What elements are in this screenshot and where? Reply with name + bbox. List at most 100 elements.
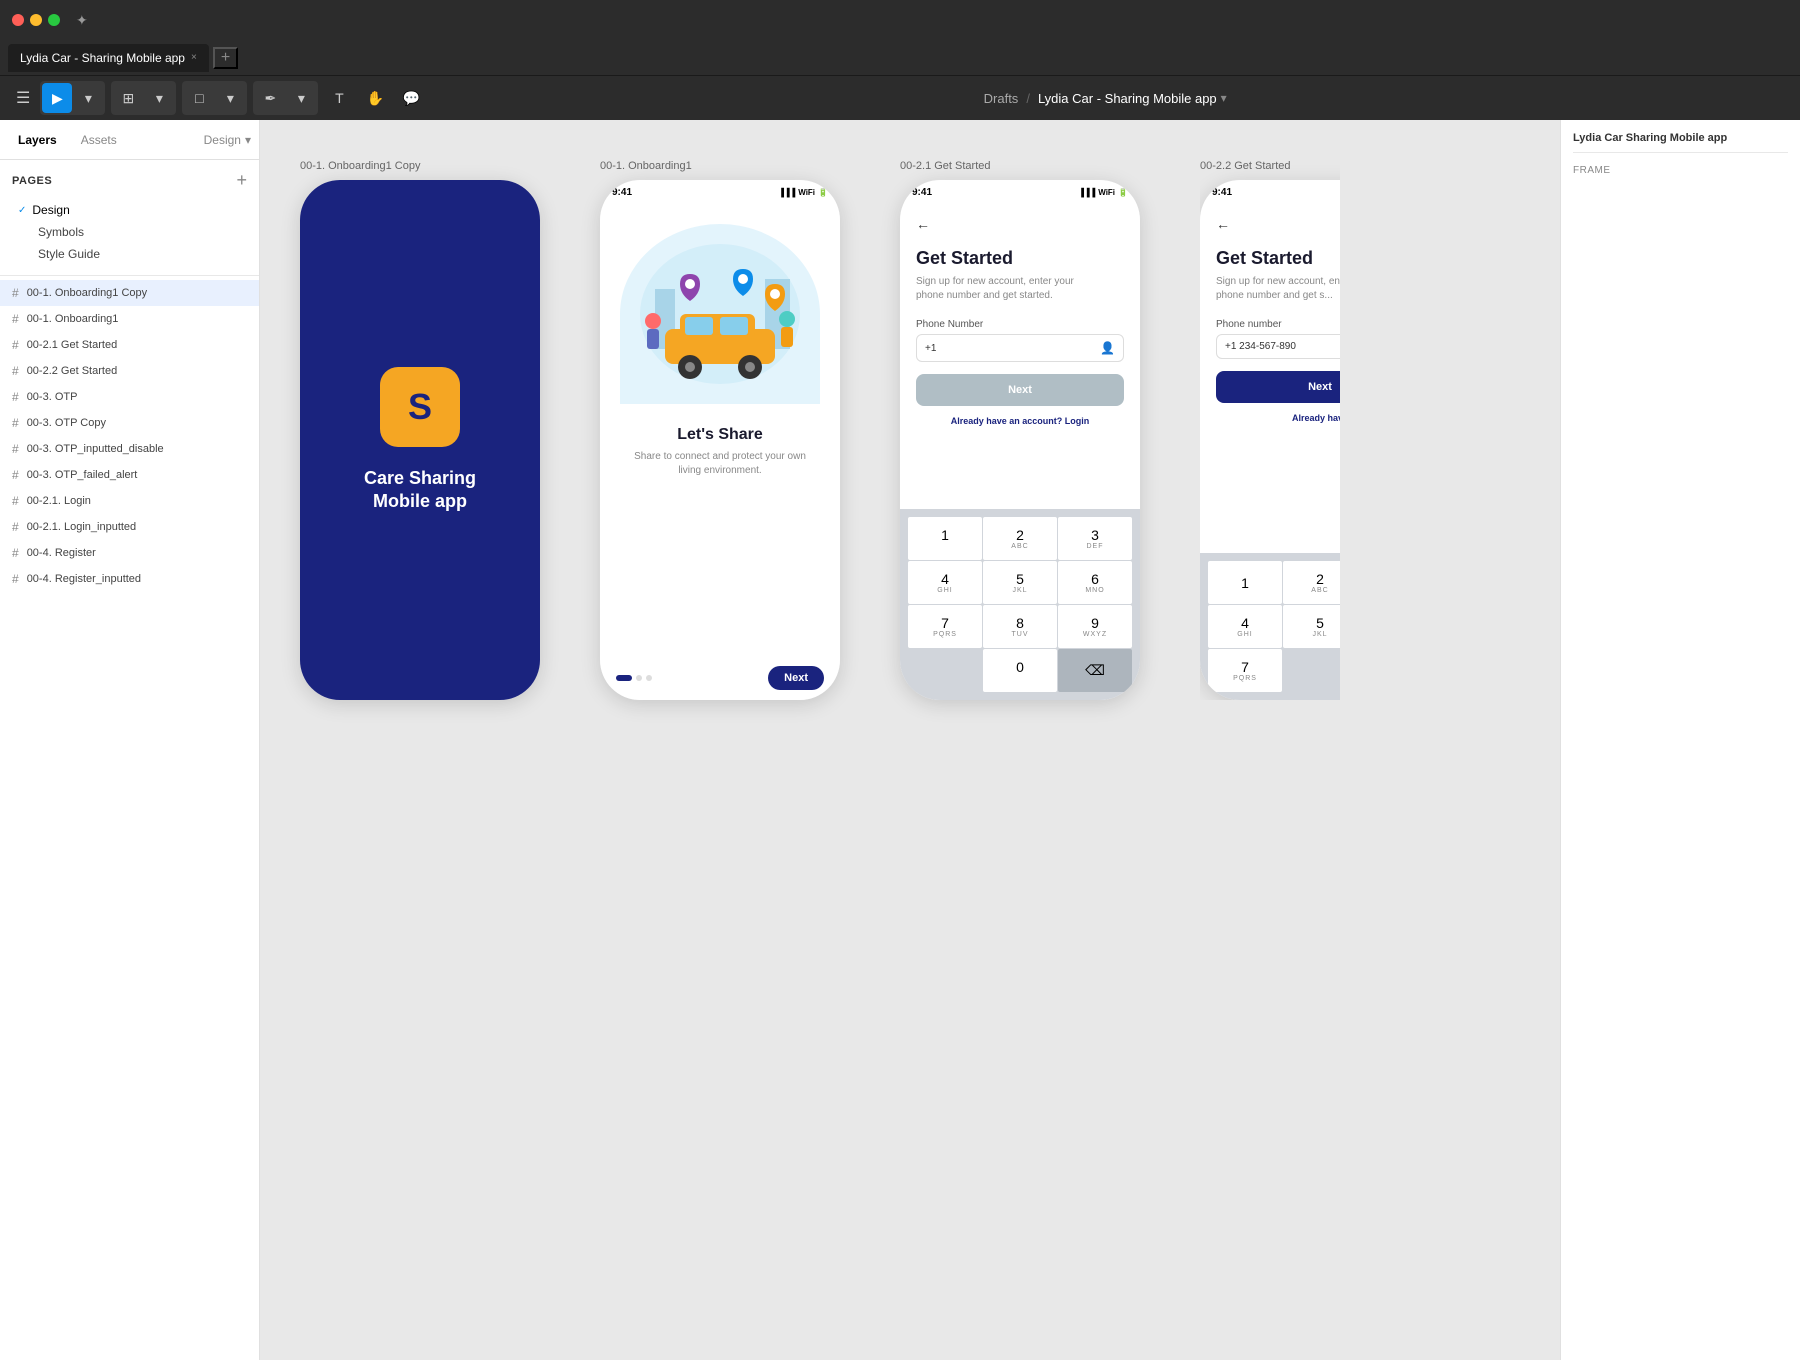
pages-section: PAGES + ✓ Design Symbols Style Guide — [0, 160, 259, 276]
layer-item-10[interactable]: # 00-4. Register — [0, 540, 259, 566]
tab-layers[interactable]: Layers — [8, 127, 67, 153]
num-key-1[interactable]: 1 — [908, 517, 982, 560]
next-button-gs2[interactable]: Next — [1216, 371, 1340, 403]
phone-input-label-2: Phone number — [1216, 319, 1340, 330]
get-started-filled-screen: 9:41 ▐▐▐ WiFi 🔋 ← Get Started Sign u — [1200, 180, 1340, 700]
add-page-button[interactable]: + — [236, 170, 247, 191]
pen-tool-dropdown[interactable]: ▾ — [286, 83, 316, 113]
hand-tool[interactable]: ✋ — [360, 83, 390, 113]
layer-item-7[interactable]: # 00-3. OTP_failed_alert — [0, 462, 259, 488]
num-key-7-2[interactable]: 7 PQRS — [1208, 649, 1282, 692]
page-item-symbols[interactable]: Symbols — [12, 221, 247, 243]
menu-icon[interactable]: ☰ — [16, 88, 30, 108]
select-tool[interactable]: ▶ — [42, 83, 72, 113]
breadcrumb-current-file[interactable]: Lydia Car - Sharing Mobile app — [1038, 91, 1217, 106]
layer-item-5[interactable]: # 00-3. OTP Copy — [0, 410, 259, 436]
layer-item-1[interactable]: # 00-1. Onboarding1 — [0, 306, 259, 332]
car-svg — [625, 229, 815, 399]
dot-2 — [636, 675, 642, 681]
slide-title: Let's Share — [677, 426, 763, 444]
title-bar: ✦ — [0, 0, 1800, 40]
num-key-1-2[interactable]: 1 — [1208, 561, 1282, 604]
tool-group-shape: □ ▾ — [182, 81, 247, 115]
page-item-styleguide[interactable]: Style Guide — [12, 243, 247, 265]
active-tab[interactable]: Lydia Car - Sharing Mobile app × — [8, 44, 209, 72]
phone-frame-gs: 9:41 ▐▐▐ WiFi 🔋 ← Get Started Sign u — [900, 180, 1140, 700]
login-link-text: Already have an account? Login — [916, 416, 1124, 426]
num-key-4-2[interactable]: 4 GHI — [1208, 605, 1282, 648]
num-key-4[interactable]: 4 GHI — [908, 561, 982, 604]
phone-frame-gs2: 9:41 ▐▐▐ WiFi 🔋 ← Get Started Sign u — [1200, 180, 1340, 700]
frame-wrapper-1: 00-1. Onboarding1 9:41 ▐▐▐ WiFi 🔋 — [600, 160, 840, 700]
next-button-ob1[interactable]: Next — [768, 666, 824, 690]
num-key-5[interactable]: 5 JKL — [983, 561, 1057, 604]
phone-input-wrapper[interactable]: +1 👤 — [916, 334, 1124, 362]
layer-item-0[interactable]: # 00-1. Onboarding1 Copy — [0, 280, 259, 306]
minimize-button[interactable] — [30, 14, 42, 26]
app-name-text: Care Sharing Mobile app — [364, 467, 476, 514]
ob1-bottom: Next — [600, 656, 840, 700]
select-tool-dropdown[interactable]: ▾ — [73, 83, 103, 113]
traffic-lights — [12, 14, 60, 26]
num-key-5-2[interactable]: 5 JKL — [1283, 605, 1340, 648]
gs-subtitle: Sign up for new account, enter your phon… — [916, 275, 1124, 303]
sidebar-tabs: Layers Assets Design ▾ — [0, 120, 259, 160]
new-tab-button[interactable]: + — [213, 47, 238, 69]
phone-number-input[interactable]: +1 — [925, 343, 1100, 354]
layer-item-8[interactable]: # 00-2.1. Login — [0, 488, 259, 514]
layer-item-9[interactable]: # 00-2.1. Login_inputted — [0, 514, 259, 540]
design-section-frame: Frame — [1573, 165, 1788, 176]
tab-design[interactable]: Design ▾ — [204, 133, 251, 147]
layer-item-2[interactable]: # 00-2.1 Get Started — [0, 332, 259, 358]
num-key-backspace[interactable]: ⌫ — [1058, 649, 1132, 692]
layer-item-4[interactable]: # 00-3. OTP — [0, 384, 259, 410]
breadcrumb-drafts[interactable]: Drafts — [984, 91, 1019, 106]
phone-input-wrapper-2[interactable]: +1 234-567-890 — [1216, 334, 1340, 359]
text-tool[interactable]: T — [324, 83, 354, 113]
tab-close-icon[interactable]: × — [191, 52, 197, 63]
frame-label-3: 00-2.2 Get Started — [1200, 160, 1291, 172]
num-key-7[interactable]: 7 PQRS — [908, 605, 982, 648]
fullscreen-button[interactable] — [48, 14, 60, 26]
page-check-icon: ✓ — [18, 205, 26, 216]
shape-tool[interactable]: □ — [184, 83, 214, 113]
layers-section: # 00-1. Onboarding1 Copy # 00-1. Onboard… — [0, 276, 259, 1360]
car-illustration-area — [620, 224, 820, 404]
next-button-gs[interactable]: Next — [916, 374, 1124, 406]
login-link-action[interactable]: Login — [1065, 416, 1090, 426]
tab-assets[interactable]: Assets — [71, 127, 127, 153]
toolbar-left: ☰ ▶ ▾ ⊞ ▾ □ ▾ ✒ ▾ T ✋ 💬 — [16, 81, 426, 115]
num-key-3[interactable]: 3 DEF — [1058, 517, 1132, 560]
frame-tool-dropdown[interactable]: ▾ — [144, 83, 174, 113]
layer-item-3[interactable]: # 00-2.2 Get Started — [0, 358, 259, 384]
num-key-0[interactable]: 0 — [983, 649, 1057, 692]
canvas-area[interactable]: 00-1. Onboarding1 Copy S Care Sharing Mo… — [260, 120, 1560, 1360]
pen-tool[interactable]: ✒ — [255, 83, 285, 113]
page-item-design[interactable]: ✓ Design — [12, 199, 247, 221]
back-arrow-icon[interactable]: ← — [916, 216, 1124, 232]
tab-title: Lydia Car - Sharing Mobile app — [20, 51, 185, 65]
num-key-6[interactable]: 6 MNO — [1058, 561, 1132, 604]
close-button[interactable] — [12, 14, 24, 26]
toolbar-center: Drafts / Lydia Car - Sharing Mobile app … — [434, 91, 1776, 106]
layer-item-11[interactable]: # 00-4. Register_inputted — [0, 566, 259, 592]
frame-tool[interactable]: ⊞ — [113, 83, 143, 113]
frames-container: 00-1. Onboarding1 Copy S Care Sharing Mo… — [260, 120, 1560, 1360]
status-bar-1: 9:41 ▐▐▐ WiFi 🔋 — [600, 180, 840, 204]
numpad-2: 1 2 ABC 3 DEF 4 — [1200, 553, 1340, 700]
design-panel-title: Lydia Car Sharing Mobile app — [1573, 132, 1788, 153]
num-key-2[interactable]: 2 ABC — [983, 517, 1057, 560]
num-key-9[interactable]: 9 WXYZ — [1058, 605, 1132, 648]
phone-number-input-2[interactable]: +1 234-567-890 — [1225, 341, 1340, 352]
layer-item-6[interactable]: # 00-3. OTP_inputted_disable — [0, 436, 259, 462]
frame-label-1: 00-1. Onboarding1 — [600, 160, 692, 172]
num-key-8[interactable]: 8 TUV — [983, 605, 1057, 648]
frame-label-0: 00-1. Onboarding1 Copy — [300, 160, 420, 172]
gs-form: ← Get Started Sign up for new account, e… — [900, 204, 1140, 509]
breadcrumb-dropdown-icon[interactable]: ▾ — [1221, 91, 1227, 105]
comment-tool[interactable]: 💬 — [396, 83, 426, 113]
shape-tool-dropdown[interactable]: ▾ — [215, 83, 245, 113]
back-arrow-icon-2[interactable]: ← — [1216, 216, 1340, 232]
num-key-2-2[interactable]: 2 ABC — [1283, 561, 1340, 604]
gs-subtitle-2: Sign up for new account, enter your phon… — [1216, 275, 1340, 303]
